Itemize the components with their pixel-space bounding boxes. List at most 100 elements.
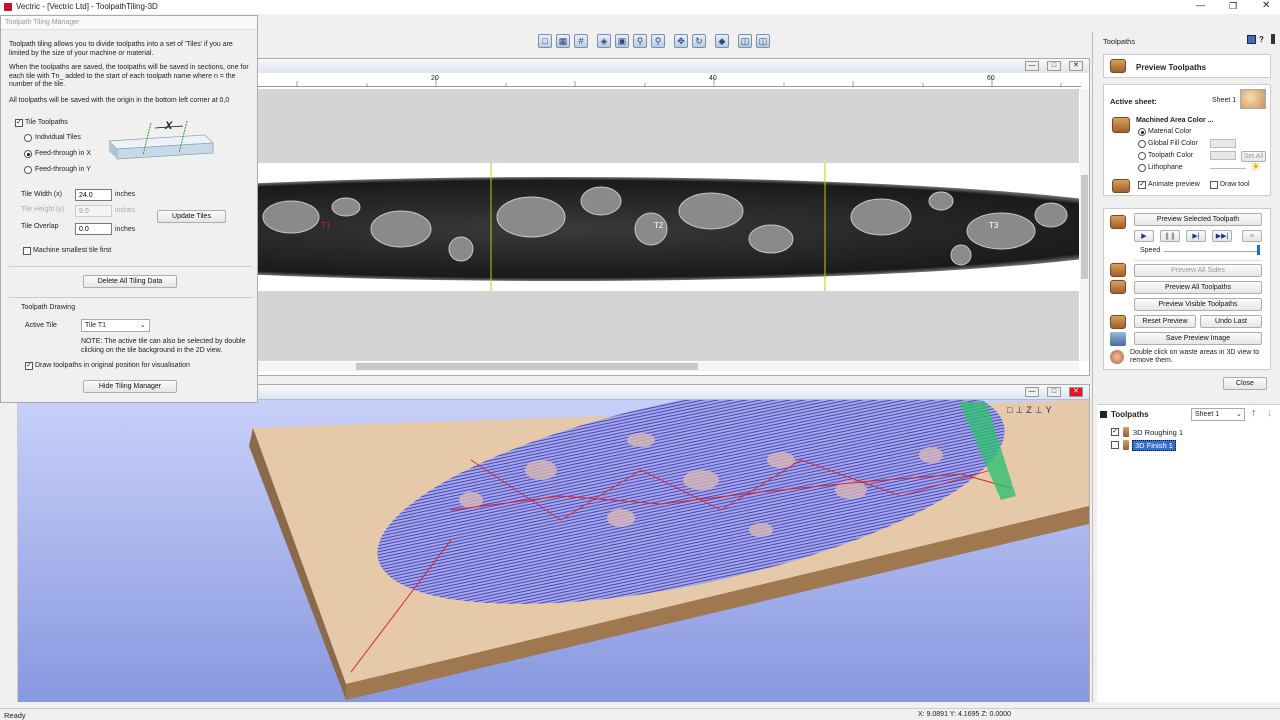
- tiling-manager-title: Toolpath Tiling Manager: [5, 19, 80, 26]
- pause-icon: ❚❚: [1160, 230, 1180, 242]
- preview-actions-box: Preview Selected Toolpath ▶ ❚❚ ▶| ▶▶| ≡ …: [1103, 208, 1271, 370]
- preview-all-sides-button: Preview All Sides: [1134, 264, 1262, 277]
- palette-icon[interactable]: [1240, 89, 1266, 109]
- undo-last-button[interactable]: Undo Last: [1200, 315, 1262, 328]
- view-3d-canvas[interactable]: [1, 400, 1089, 702]
- view2d-minimize-icon[interactable]: —: [1025, 61, 1039, 71]
- fast-forward-icon[interactable]: ▶▶|: [1212, 230, 1232, 242]
- material-color-radio[interactable]: [1138, 128, 1146, 136]
- update-tiles-button[interactable]: Update Tiles: [157, 210, 226, 223]
- tile-toolpaths-checkbox[interactable]: ✓: [15, 119, 23, 127]
- smallest-first-checkbox[interactable]: [23, 247, 31, 255]
- hide-tiling-manager-button[interactable]: Hide Tiling Manager: [83, 380, 177, 393]
- close-icon[interactable]: ✕: [1262, 0, 1270, 11]
- preview-all-sides-icon: [1110, 263, 1126, 277]
- tile-overlap-input[interactable]: [75, 223, 112, 235]
- zoom-in-icon[interactable]: ⚲: [633, 34, 647, 48]
- units-label: inches: [115, 191, 136, 198]
- preview-visible-button[interactable]: Preview Visible Toolpaths: [1134, 298, 1262, 311]
- toolpath-drawing-header: Toolpath Drawing: [21, 304, 76, 311]
- tile-diagram-x-label: X: [165, 120, 173, 132]
- active-sheet-value: Sheet 1: [1212, 97, 1237, 104]
- smallest-first-label: Machine smallest tile first: [33, 247, 112, 254]
- view2d-maximize-icon[interactable]: □: [1047, 61, 1061, 71]
- tile-overlap-label: Tile Overlap: [21, 223, 59, 230]
- animate-preview-label: Animate preview: [1148, 181, 1200, 188]
- delete-all-tiling-button[interactable]: Delete All Tiling Data: [83, 275, 177, 288]
- draw-original-checkbox[interactable]: ✓: [25, 362, 33, 370]
- preview-selected-button[interactable]: Preview Selected Toolpath: [1134, 213, 1262, 226]
- active-tile-select[interactable]: Tile T1 ⌄: [81, 319, 150, 332]
- auto-hide-icon[interactable]: [1271, 34, 1275, 44]
- title-bar: Vectric - [Vectric Ltd] - ToolpathTiling…: [0, 0, 1280, 14]
- toolpath-tool-icon: [1123, 440, 1129, 450]
- layers-icon[interactable]: ◆: [715, 34, 729, 48]
- individual-tiles-radio[interactable]: [24, 134, 32, 142]
- maximize-icon[interactable]: ❐: [1229, 1, 1237, 12]
- view3d-minimize-icon[interactable]: —: [1025, 387, 1039, 397]
- pin-icon[interactable]: [1247, 35, 1256, 44]
- pan-icon[interactable]: ✥: [674, 34, 688, 48]
- feed-y-radio[interactable]: [24, 166, 32, 174]
- status-text: Ready: [4, 711, 26, 720]
- toolpaths-panel: Toolpaths ? Preview Toolpaths Active she…: [1092, 32, 1280, 702]
- step-icon[interactable]: ▶|: [1186, 230, 1206, 242]
- zoom-box-icon[interactable]: ▣: [615, 34, 629, 48]
- move-up-icon[interactable]: ↑: [1251, 407, 1257, 419]
- chevron-down-icon: ⌄: [140, 322, 146, 329]
- sheet-select[interactable]: Sheet 1 ⌄: [1191, 408, 1245, 421]
- list-header-icon: [1100, 411, 1107, 418]
- tile-label: T1: [321, 221, 331, 230]
- tile-width-input[interactable]: [75, 189, 112, 201]
- zoom-fit-icon[interactable]: ◈: [597, 34, 611, 48]
- toolpath-item-name[interactable]: 3D Roughing 1: [1133, 428, 1183, 437]
- window-title: Vectric - [Vectric Ltd] - ToolpathTiling…: [16, 2, 158, 11]
- app-icon: [4, 3, 12, 11]
- tile-label: T3: [989, 221, 999, 230]
- tile-label: T2: [654, 221, 664, 230]
- view-3d-axis-icons[interactable]: □⊥Z⊥Y: [1007, 405, 1055, 416]
- preview-all-icon: [1110, 280, 1126, 294]
- select-icon[interactable]: □: [538, 34, 552, 48]
- help-icon[interactable]: ?: [1259, 35, 1264, 44]
- minimize-icon[interactable]: —: [1196, 0, 1205, 10]
- zoom-out-icon[interactable]: ⚲: [651, 34, 665, 48]
- view2d-close-icon[interactable]: ✕: [1069, 61, 1083, 71]
- ruler-tick-label: 60: [987, 75, 995, 82]
- toolpath-color-radio[interactable]: [1138, 152, 1146, 160]
- view3d-close-icon[interactable]: ✕: [1069, 387, 1083, 397]
- active-tile-value: Tile T1: [85, 322, 107, 329]
- draw-tool-checkbox[interactable]: [1210, 181, 1218, 189]
- vertical-scrollbar[interactable]: [1080, 89, 1089, 361]
- scrollbar-thumb[interactable]: [1081, 175, 1088, 279]
- global-fill-radio[interactable]: [1138, 140, 1146, 148]
- preview-all-button[interactable]: Preview All Toolpaths: [1134, 281, 1262, 294]
- feed-x-label: Feed-through in X: [35, 150, 92, 157]
- toolpath-item-name-selected[interactable]: 3D Finish 1: [1132, 440, 1176, 451]
- lithophane-radio[interactable]: [1138, 164, 1146, 172]
- toolpath-checkbox[interactable]: ✓: [1111, 428, 1119, 436]
- speed-slider-thumb[interactable]: [1257, 245, 1260, 255]
- move-down-icon[interactable]: ↓: [1267, 407, 1273, 419]
- split-view-icon[interactable]: ◫: [738, 34, 752, 48]
- ruler-tick-label: 40: [709, 75, 717, 82]
- play-icon[interactable]: ▶: [1134, 230, 1154, 242]
- save-preview-image-button[interactable]: Save Preview Image: [1134, 332, 1262, 345]
- speed-slider[interactable]: [1164, 251, 1258, 252]
- rotate-icon[interactable]: ↻: [692, 34, 706, 48]
- feed-x-radio[interactable]: [24, 150, 32, 158]
- reset-preview-button[interactable]: Reset Preview: [1134, 315, 1196, 328]
- toolpath-checkbox[interactable]: [1111, 441, 1119, 449]
- view3d-maximize-icon[interactable]: □: [1047, 387, 1061, 397]
- animate-preview-checkbox[interactable]: ✓: [1138, 181, 1146, 189]
- close-button[interactable]: Close: [1223, 377, 1267, 390]
- tile-view-icon[interactable]: ◫: [756, 34, 770, 48]
- divider: [9, 266, 252, 267]
- list-header: Toolpaths: [1111, 410, 1149, 419]
- global-fill-color-picker: [1210, 139, 1236, 148]
- active-sheet-label: Active sheet:: [1110, 97, 1157, 106]
- snap-icon[interactable]: ▦: [556, 34, 570, 48]
- scrollbar-thumb[interactable]: [356, 363, 698, 370]
- grid-icon[interactable]: #: [574, 34, 588, 48]
- animate-icon: [1112, 179, 1130, 193]
